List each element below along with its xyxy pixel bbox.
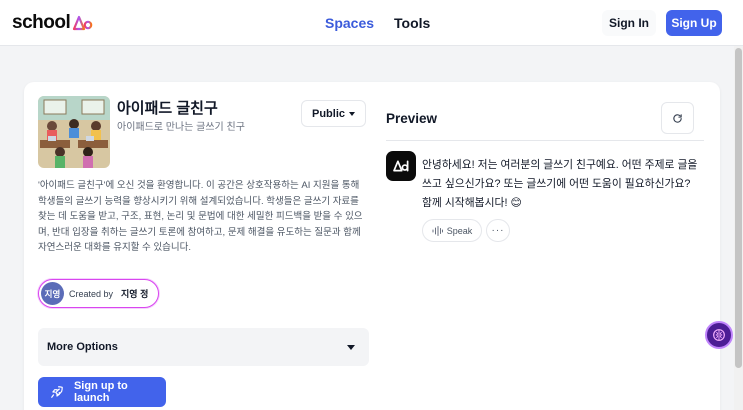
- ai-logo-mark-icon: [73, 15, 93, 31]
- brain-icon: [713, 329, 725, 341]
- visibility-label: Public: [311, 107, 345, 120]
- space-thumbnail: [38, 96, 110, 168]
- preview-divider: [386, 140, 704, 141]
- space-subtitle: 아이패드로 만나는 글쓰기 친구: [117, 122, 245, 133]
- more-options-toggle[interactable]: More Options: [38, 328, 369, 366]
- launch-button[interactable]: Sign up to launch: [38, 377, 166, 407]
- page-scrollbar[interactable]: [734, 46, 743, 410]
- launch-label: Sign up to launch: [73, 380, 128, 404]
- rocket-icon: [51, 386, 63, 398]
- ai-helper-button[interactable]: [705, 321, 733, 349]
- sign-in-button[interactable]: Sign In: [602, 10, 656, 36]
- space-card: 아이패드 글친구 아이패드로 만나는 글쓰기 친구 Public '아이패드 글…: [24, 82, 720, 410]
- speak-label: Speak: [446, 225, 473, 236]
- classroom-illustration-icon: [38, 96, 110, 168]
- nav-spaces[interactable]: Spaces: [325, 15, 374, 31]
- creator-name: 지영 정: [121, 289, 149, 299]
- bot-avatar: [386, 151, 416, 181]
- creator-badge[interactable]: 지영 Created by 지영 정: [38, 279, 160, 308]
- created-by-label: Created by: [69, 288, 114, 299]
- refresh-button[interactable]: [661, 102, 694, 134]
- chevron-down-icon: [349, 111, 355, 116]
- main-nav: Spaces Tools: [325, 15, 430, 31]
- ai-logo-mark-icon: [393, 160, 409, 172]
- space-description: '아이패드 글친구'에 오신 것을 환영합니다. 이 공간은 상호작용하는 AI…: [38, 180, 363, 253]
- top-navigation-bar: school Spaces Tools Sign In Sign Up: [0, 0, 743, 46]
- avatar: 지영: [41, 282, 64, 305]
- message-more-button[interactable]: ···: [486, 219, 510, 242]
- sign-up-button[interactable]: Sign Up: [666, 10, 722, 36]
- chevron-down-icon: [347, 344, 355, 350]
- preview-title: Preview: [386, 111, 438, 126]
- audio-wave-icon: [432, 225, 443, 236]
- visibility-dropdown[interactable]: Public: [301, 100, 366, 127]
- bot-message: 안녕하세요! 저는 여러분의 글쓰기 친구예요. 어떤 주제로 글을 쓰고 싶으…: [422, 159, 698, 209]
- scrollbar-thumb[interactable]: [735, 48, 742, 368]
- refresh-icon: [673, 113, 682, 123]
- more-options-label: More Options: [47, 341, 118, 353]
- space-title: 아이패드 글친구: [117, 100, 218, 117]
- speak-button[interactable]: Speak: [422, 219, 482, 242]
- nav-tools[interactable]: Tools: [394, 15, 430, 31]
- school-ai-logo[interactable]: school: [12, 12, 94, 34]
- logo-text: school: [12, 12, 71, 33]
